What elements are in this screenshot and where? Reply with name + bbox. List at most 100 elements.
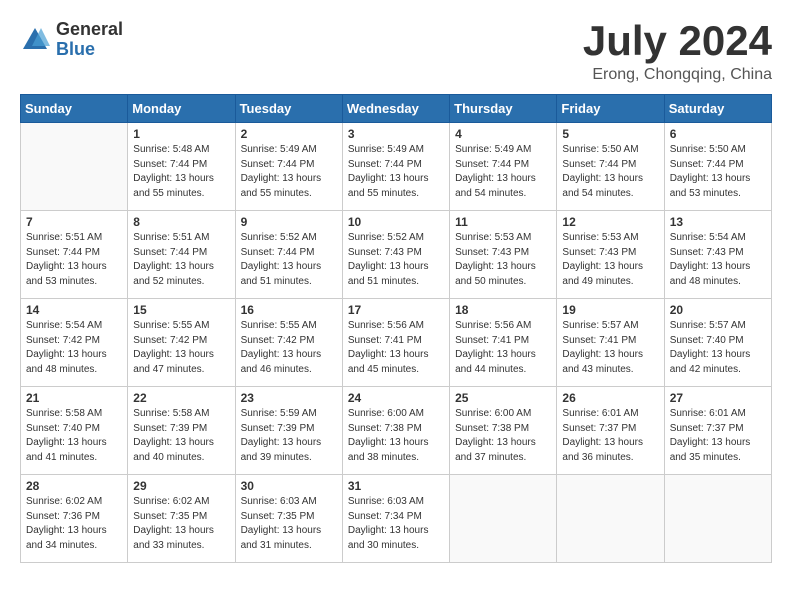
- day-number: 8: [133, 215, 229, 229]
- calendar-cell: [557, 475, 664, 563]
- day-info: Sunrise: 5:57 AMSunset: 7:40 PMDaylight:…: [670, 319, 766, 377]
- weekday-header-monday: Monday: [128, 95, 235, 123]
- day-number: 6: [670, 127, 766, 141]
- calendar-week-row: 14 Sunrise: 5:54 AMSunset: 7:42 PMDaylig…: [21, 299, 772, 387]
- day-number: 16: [241, 303, 337, 317]
- day-info: Sunrise: 5:58 AMSunset: 7:40 PMDaylight:…: [26, 407, 122, 465]
- calendar-cell: 1 Sunrise: 5:48 AMSunset: 7:44 PMDayligh…: [128, 123, 235, 211]
- day-number: 12: [562, 215, 658, 229]
- day-info: Sunrise: 5:54 AMSunset: 7:43 PMDaylight:…: [670, 231, 766, 289]
- logo-text: General Blue: [56, 20, 123, 60]
- calendar-cell: 30 Sunrise: 6:03 AMSunset: 7:35 PMDaylig…: [235, 475, 342, 563]
- weekday-header-wednesday: Wednesday: [342, 95, 449, 123]
- day-number: 24: [348, 391, 444, 405]
- day-info: Sunrise: 5:52 AMSunset: 7:43 PMDaylight:…: [348, 231, 444, 289]
- title-area: July 2024 Erong, Chongqing, China: [583, 20, 772, 84]
- calendar-cell: 17 Sunrise: 5:56 AMSunset: 7:41 PMDaylig…: [342, 299, 449, 387]
- day-info: Sunrise: 5:55 AMSunset: 7:42 PMDaylight:…: [133, 319, 229, 377]
- calendar-week-row: 28 Sunrise: 6:02 AMSunset: 7:36 PMDaylig…: [21, 475, 772, 563]
- weekday-header-row: SundayMondayTuesdayWednesdayThursdayFrid…: [21, 95, 772, 123]
- day-info: Sunrise: 6:02 AMSunset: 7:36 PMDaylight:…: [26, 495, 122, 553]
- day-number: 25: [455, 391, 551, 405]
- day-number: 7: [26, 215, 122, 229]
- day-number: 17: [348, 303, 444, 317]
- day-info: Sunrise: 5:57 AMSunset: 7:41 PMDaylight:…: [562, 319, 658, 377]
- day-info: Sunrise: 6:03 AMSunset: 7:34 PMDaylight:…: [348, 495, 444, 553]
- calendar-cell: 10 Sunrise: 5:52 AMSunset: 7:43 PMDaylig…: [342, 211, 449, 299]
- day-info: Sunrise: 6:00 AMSunset: 7:38 PMDaylight:…: [348, 407, 444, 465]
- day-info: Sunrise: 6:02 AMSunset: 7:35 PMDaylight:…: [133, 495, 229, 553]
- day-number: 10: [348, 215, 444, 229]
- calendar-cell: 29 Sunrise: 6:02 AMSunset: 7:35 PMDaylig…: [128, 475, 235, 563]
- day-number: 20: [670, 303, 766, 317]
- calendar-cell: 8 Sunrise: 5:51 AMSunset: 7:44 PMDayligh…: [128, 211, 235, 299]
- day-info: Sunrise: 6:01 AMSunset: 7:37 PMDaylight:…: [562, 407, 658, 465]
- calendar-week-row: 1 Sunrise: 5:48 AMSunset: 7:44 PMDayligh…: [21, 123, 772, 211]
- calendar-cell: 13 Sunrise: 5:54 AMSunset: 7:43 PMDaylig…: [664, 211, 771, 299]
- day-number: 1: [133, 127, 229, 141]
- weekday-header-saturday: Saturday: [664, 95, 771, 123]
- day-info: Sunrise: 5:52 AMSunset: 7:44 PMDaylight:…: [241, 231, 337, 289]
- calendar-cell: [21, 123, 128, 211]
- day-number: 30: [241, 479, 337, 493]
- day-info: Sunrise: 5:49 AMSunset: 7:44 PMDaylight:…: [455, 143, 551, 201]
- day-info: Sunrise: 6:00 AMSunset: 7:38 PMDaylight:…: [455, 407, 551, 465]
- calendar-week-row: 21 Sunrise: 5:58 AMSunset: 7:40 PMDaylig…: [21, 387, 772, 475]
- calendar-cell: 20 Sunrise: 5:57 AMSunset: 7:40 PMDaylig…: [664, 299, 771, 387]
- day-info: Sunrise: 5:59 AMSunset: 7:39 PMDaylight:…: [241, 407, 337, 465]
- logo-icon: [20, 25, 50, 55]
- day-info: Sunrise: 5:58 AMSunset: 7:39 PMDaylight:…: [133, 407, 229, 465]
- day-info: Sunrise: 5:56 AMSunset: 7:41 PMDaylight:…: [348, 319, 444, 377]
- day-number: 9: [241, 215, 337, 229]
- calendar-cell: 24 Sunrise: 6:00 AMSunset: 7:38 PMDaylig…: [342, 387, 449, 475]
- calendar-cell: 21 Sunrise: 5:58 AMSunset: 7:40 PMDaylig…: [21, 387, 128, 475]
- day-number: 15: [133, 303, 229, 317]
- calendar-cell: 14 Sunrise: 5:54 AMSunset: 7:42 PMDaylig…: [21, 299, 128, 387]
- day-number: 26: [562, 391, 658, 405]
- day-number: 21: [26, 391, 122, 405]
- month-title: July 2024: [583, 20, 772, 62]
- day-info: Sunrise: 5:49 AMSunset: 7:44 PMDaylight:…: [348, 143, 444, 201]
- weekday-header-tuesday: Tuesday: [235, 95, 342, 123]
- day-info: Sunrise: 6:03 AMSunset: 7:35 PMDaylight:…: [241, 495, 337, 553]
- calendar-cell: 3 Sunrise: 5:49 AMSunset: 7:44 PMDayligh…: [342, 123, 449, 211]
- calendar-cell: [664, 475, 771, 563]
- calendar-cell: 9 Sunrise: 5:52 AMSunset: 7:44 PMDayligh…: [235, 211, 342, 299]
- day-number: 27: [670, 391, 766, 405]
- weekday-header-friday: Friday: [557, 95, 664, 123]
- page-header: General Blue July 2024 Erong, Chongqing,…: [20, 20, 772, 84]
- day-number: 2: [241, 127, 337, 141]
- day-number: 31: [348, 479, 444, 493]
- location-subtitle: Erong, Chongqing, China: [583, 66, 772, 84]
- day-number: 19: [562, 303, 658, 317]
- day-number: 23: [241, 391, 337, 405]
- calendar-week-row: 7 Sunrise: 5:51 AMSunset: 7:44 PMDayligh…: [21, 211, 772, 299]
- logo-general-text: General: [56, 20, 123, 40]
- calendar-cell: 22 Sunrise: 5:58 AMSunset: 7:39 PMDaylig…: [128, 387, 235, 475]
- day-number: 11: [455, 215, 551, 229]
- day-number: 29: [133, 479, 229, 493]
- calendar-cell: 27 Sunrise: 6:01 AMSunset: 7:37 PMDaylig…: [664, 387, 771, 475]
- day-info: Sunrise: 5:53 AMSunset: 7:43 PMDaylight:…: [455, 231, 551, 289]
- day-info: Sunrise: 5:53 AMSunset: 7:43 PMDaylight:…: [562, 231, 658, 289]
- calendar-cell: 6 Sunrise: 5:50 AMSunset: 7:44 PMDayligh…: [664, 123, 771, 211]
- day-number: 18: [455, 303, 551, 317]
- day-info: Sunrise: 5:50 AMSunset: 7:44 PMDaylight:…: [562, 143, 658, 201]
- weekday-header-thursday: Thursday: [450, 95, 557, 123]
- calendar-cell: 2 Sunrise: 5:49 AMSunset: 7:44 PMDayligh…: [235, 123, 342, 211]
- calendar-cell: 18 Sunrise: 5:56 AMSunset: 7:41 PMDaylig…: [450, 299, 557, 387]
- calendar-cell: 23 Sunrise: 5:59 AMSunset: 7:39 PMDaylig…: [235, 387, 342, 475]
- day-info: Sunrise: 6:01 AMSunset: 7:37 PMDaylight:…: [670, 407, 766, 465]
- calendar-cell: 26 Sunrise: 6:01 AMSunset: 7:37 PMDaylig…: [557, 387, 664, 475]
- day-number: 3: [348, 127, 444, 141]
- calendar-cell: 12 Sunrise: 5:53 AMSunset: 7:43 PMDaylig…: [557, 211, 664, 299]
- logo-blue-text: Blue: [56, 40, 123, 60]
- day-info: Sunrise: 5:54 AMSunset: 7:42 PMDaylight:…: [26, 319, 122, 377]
- calendar-table: SundayMondayTuesdayWednesdayThursdayFrid…: [20, 94, 772, 563]
- calendar-cell: 16 Sunrise: 5:55 AMSunset: 7:42 PMDaylig…: [235, 299, 342, 387]
- calendar-cell: 25 Sunrise: 6:00 AMSunset: 7:38 PMDaylig…: [450, 387, 557, 475]
- day-number: 22: [133, 391, 229, 405]
- calendar-cell: 4 Sunrise: 5:49 AMSunset: 7:44 PMDayligh…: [450, 123, 557, 211]
- calendar-cell: 15 Sunrise: 5:55 AMSunset: 7:42 PMDaylig…: [128, 299, 235, 387]
- day-info: Sunrise: 5:56 AMSunset: 7:41 PMDaylight:…: [455, 319, 551, 377]
